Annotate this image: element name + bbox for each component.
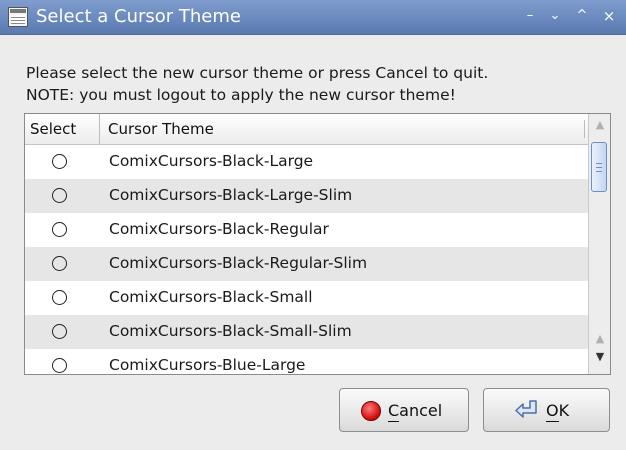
mnemonic-underline — [388, 421, 399, 422]
theme-name: ComixCursors-Black-Large — [109, 152, 314, 170]
theme-name: ComixCursors-Blue-Large — [109, 356, 306, 374]
radio-button[interactable] — [52, 358, 67, 373]
column-header-cursor-theme[interactable]: Cursor Theme — [100, 114, 589, 144]
thumb-grip — [596, 167, 602, 168]
cursor-theme-list[interactable]: Select Cursor Theme ComixCursors-Black-L… — [24, 113, 611, 375]
theme-name: ComixCursors-Black-Regular-Slim — [109, 254, 368, 272]
ok-mnemonic: O — [546, 401, 559, 420]
instruction-line-2: NOTE: you must logout to apply the new c… — [26, 86, 456, 104]
theme-name: ComixCursors-Black-Small-Slim — [109, 322, 352, 340]
radio-button[interactable] — [52, 290, 67, 305]
title-bar[interactable]: Select a Cursor Theme – ⌄ ^ × — [0, 0, 626, 35]
instruction-text: Please select the new cursor theme or pr… — [26, 62, 488, 106]
close-button[interactable]: × — [599, 6, 619, 26]
window-menu-icon[interactable] — [8, 7, 28, 27]
radio-button[interactable] — [52, 222, 67, 237]
list-item[interactable]: ComixCursors-Black-Regular-Slim — [25, 247, 589, 281]
column-resize-handle[interactable] — [584, 120, 585, 138]
list-header: Select Cursor Theme — [25, 114, 589, 145]
list-item[interactable]: ComixCursors-Black-Large-Slim — [25, 179, 589, 213]
cancel-label-rest: ancel — [399, 401, 443, 420]
cancel-button[interactable]: Cancel — [339, 388, 469, 432]
window-title: Select a Cursor Theme — [36, 6, 241, 27]
dialog-window: Select a Cursor Theme – ⌄ ^ × Please sel… — [0, 0, 626, 450]
theme-name: ComixCursors-Black-Regular — [109, 220, 329, 238]
scrollbar-thumb[interactable] — [591, 142, 607, 192]
vertical-scrollbar[interactable]: ▲ ▲ ▼ — [588, 114, 610, 374]
radio-button[interactable] — [52, 154, 67, 169]
list-item[interactable]: ComixCursors-Black-Large — [25, 145, 589, 179]
scroll-up-arrow-icon[interactable]: ▲ — [593, 332, 607, 346]
shade-button[interactable]: ⌄ — [545, 6, 565, 26]
cancel-mnemonic: C — [388, 401, 400, 420]
theme-name: ComixCursors-Black-Large-Slim — [109, 186, 353, 204]
ok-label-rest: K — [558, 401, 570, 420]
list-rows: ComixCursors-Black-Large ComixCursors-Bl… — [25, 145, 589, 374]
list-item[interactable]: ComixCursors-Black-Regular — [25, 213, 589, 247]
ok-button[interactable]: OK — [483, 388, 610, 432]
mnemonic-underline — [546, 421, 559, 422]
radio-button[interactable] — [52, 324, 67, 339]
list-item[interactable]: ComixCursors-Black-Small-Slim — [25, 315, 589, 349]
theme-name: ComixCursors-Black-Small — [109, 288, 313, 306]
column-header-select[interactable]: Select — [25, 114, 100, 144]
radio-button[interactable] — [52, 188, 67, 203]
instruction-line-1: Please select the new cursor theme or pr… — [26, 64, 489, 82]
scroll-down-arrow-icon[interactable]: ▼ — [593, 350, 607, 364]
list-item[interactable]: ComixCursors-Black-Small — [25, 281, 589, 315]
radio-button[interactable] — [52, 256, 67, 271]
stop-icon — [361, 401, 381, 421]
cancel-label: Cancel — [388, 401, 442, 420]
scroll-up-arrow-icon[interactable]: ▲ — [593, 118, 607, 132]
thumb-grip — [596, 163, 602, 164]
thumb-grip — [596, 171, 602, 172]
maximize-button[interactable]: ^ — [572, 6, 592, 26]
list-item[interactable]: ComixCursors-Blue-Large — [25, 349, 589, 374]
enter-arrow-icon — [515, 400, 537, 418]
ok-label: OK — [546, 401, 569, 420]
minimize-button[interactable]: – — [520, 6, 540, 26]
